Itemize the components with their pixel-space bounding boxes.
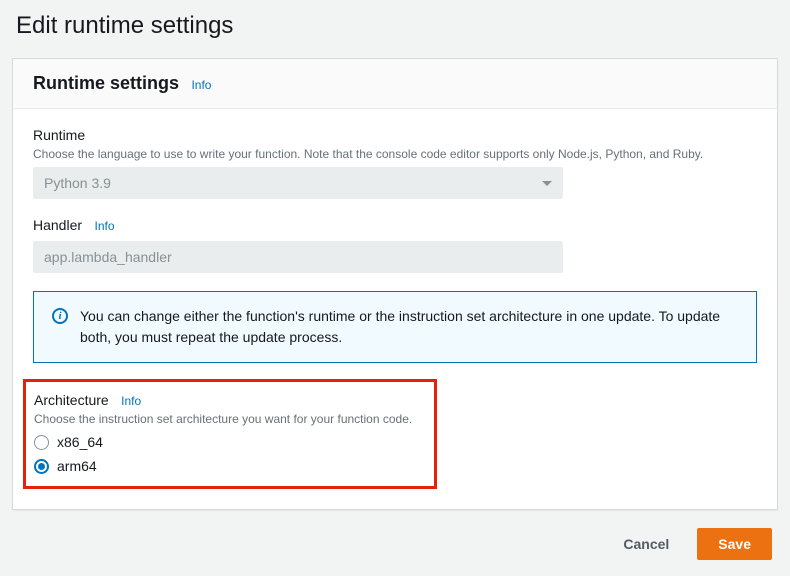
- panel-header-info-link[interactable]: Info: [191, 78, 211, 92]
- save-button[interactable]: Save: [697, 528, 772, 560]
- radio-dot-icon: [38, 463, 45, 470]
- architecture-label: Architecture: [34, 392, 109, 408]
- architecture-radio-x86-label: x86_64: [57, 434, 103, 450]
- runtime-description: Choose the language to use to write your…: [33, 147, 757, 161]
- chevron-down-icon: [542, 181, 552, 186]
- handler-input[interactable]: app.lambda_handler: [33, 241, 563, 273]
- info-alert-text: You can change either the function's run…: [80, 306, 738, 348]
- runtime-select-value: Python 3.9: [44, 175, 111, 191]
- architecture-info-link[interactable]: Info: [121, 394, 141, 408]
- cancel-button[interactable]: Cancel: [605, 528, 687, 560]
- radio-icon: [34, 459, 49, 474]
- footer-buttons: Cancel Save: [12, 528, 778, 560]
- runtime-select[interactable]: Python 3.9: [33, 167, 563, 199]
- runtime-label: Runtime: [33, 127, 85, 143]
- architecture-radio-arm64[interactable]: arm64: [34, 458, 426, 474]
- architecture-radio-x86[interactable]: x86_64: [34, 434, 426, 450]
- handler-field: Handler Info app.lambda_handler: [33, 217, 757, 273]
- handler-label: Handler: [33, 217, 82, 233]
- panel-header-title: Runtime settings: [33, 73, 179, 93]
- page-title: Edit runtime settings: [16, 12, 778, 40]
- architecture-radio-arm64-label: arm64: [57, 458, 97, 474]
- info-alert: i You can change either the function's r…: [33, 291, 757, 363]
- panel-header: Runtime settings Info: [13, 59, 777, 109]
- runtime-field: Runtime Choose the language to use to wr…: [33, 127, 757, 199]
- panel-body: Runtime Choose the language to use to wr…: [13, 109, 777, 509]
- architecture-description: Choose the instruction set architecture …: [34, 412, 426, 426]
- handler-input-value: app.lambda_handler: [44, 249, 172, 265]
- radio-icon: [34, 435, 49, 450]
- architecture-highlight: Architecture Info Choose the instruction…: [23, 379, 437, 489]
- handler-info-link[interactable]: Info: [94, 219, 114, 233]
- runtime-settings-panel: Runtime settings Info Runtime Choose the…: [12, 58, 778, 510]
- info-icon: i: [52, 308, 68, 324]
